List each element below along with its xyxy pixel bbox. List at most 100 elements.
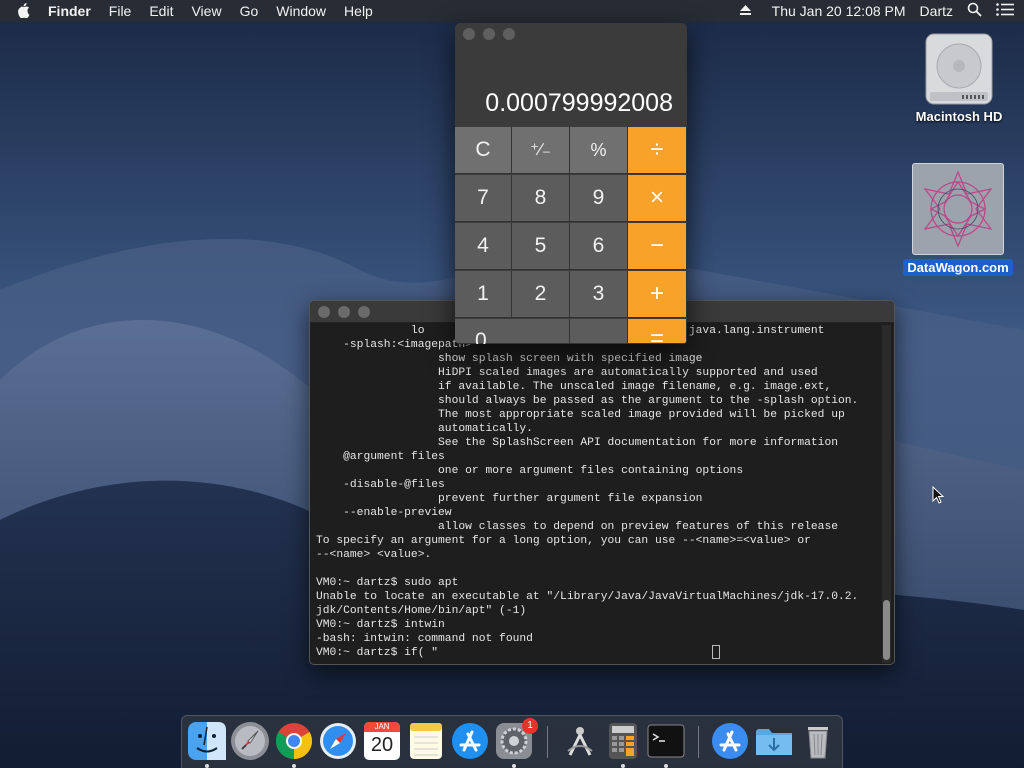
calculator-titlebar[interactable]: [455, 23, 687, 45]
menu-user[interactable]: Dartz: [920, 3, 953, 19]
dock-launchpad[interactable]: [230, 721, 270, 761]
running-indicator: [621, 764, 625, 768]
divide-button[interactable]: ÷: [628, 127, 687, 174]
dock-calendar[interactable]: JAN 20: [362, 721, 402, 761]
terminal-line: @argument files: [316, 451, 445, 463]
app-store-folder-icon: [712, 723, 748, 759]
terminal-line: --enable-preview: [316, 507, 452, 519]
digit-5-button[interactable]: 5: [512, 223, 570, 270]
running-indicator: [205, 764, 209, 768]
digit-4-button[interactable]: 4: [455, 223, 512, 270]
eject-icon[interactable]: [739, 3, 752, 19]
terminal-line: --<name> <value>.: [316, 549, 432, 561]
terminal-line: should always be passed as the argument …: [316, 395, 859, 407]
terminal-line: automatically.: [316, 423, 533, 435]
terminal-window[interactable]: lo t, see java.lang.instrument -splash:<…: [309, 300, 895, 665]
desktop-icon-label: Macintosh HD: [915, 109, 1003, 124]
percent-button[interactable]: %: [570, 127, 628, 174]
dock-separator: [698, 726, 699, 758]
zoom-button[interactable]: [503, 28, 515, 40]
terminal-scrollbar[interactable]: [882, 325, 891, 663]
calculator-icon: [609, 723, 637, 759]
terminal-line: jdk/Contents/Home/bin/apt" (-1): [316, 605, 527, 617]
dock-applications-folder[interactable]: [710, 721, 750, 761]
hard-drive-icon: [922, 30, 996, 108]
notification-badge: 1: [522, 718, 538, 734]
dock-instruments[interactable]: [560, 721, 600, 761]
digit-1-button[interactable]: 1: [455, 271, 512, 318]
multiply-button[interactable]: ×: [628, 175, 687, 222]
calendar-icon: JAN 20: [364, 722, 400, 760]
decimal-button[interactable]: .: [570, 319, 628, 344]
dock-downloads-folder[interactable]: [754, 721, 794, 761]
close-button[interactable]: [463, 28, 475, 40]
dock-notes[interactable]: [406, 721, 446, 761]
equals-button[interactable]: =: [628, 319, 687, 344]
desktop-icon-label: DataWagon.com: [903, 259, 1013, 276]
menu-file[interactable]: File: [109, 3, 132, 19]
plus-button[interactable]: +: [628, 271, 687, 318]
menu-bar: Finder File Edit View Go Window Help Thu…: [0, 0, 1024, 22]
terminal-line: allow classes to depend on preview featu…: [316, 521, 839, 533]
menu-view[interactable]: View: [191, 3, 221, 19]
digit-0-button[interactable]: 0: [455, 319, 570, 344]
dock-finder[interactable]: [187, 721, 227, 761]
digit-8-button[interactable]: 8: [512, 175, 570, 222]
minimize-button[interactable]: [483, 28, 495, 40]
spotlight-search-icon[interactable]: [967, 2, 982, 20]
menu-window[interactable]: Window: [276, 3, 326, 19]
terminal-line: prevent further argument file expansion: [316, 493, 703, 505]
calculator-keypad: C ⁺∕₋ % ÷ 7 8 9 × 4 5 6 − 1 2 3 + 0 . =: [455, 127, 687, 344]
digit-9-button[interactable]: 9: [570, 175, 628, 222]
terminal-line: VM0:~ dartz$ sudo apt: [316, 577, 459, 589]
scrollbar-thumb[interactable]: [883, 600, 890, 660]
menu-go[interactable]: Go: [240, 3, 259, 19]
geometric-star-icon: [912, 163, 1004, 255]
desktop-icon-macintosh-hd[interactable]: Macintosh HD: [906, 30, 1012, 125]
compass-icon: [320, 723, 356, 759]
terminal-line: See the SplashScreen API documentation f…: [316, 437, 839, 449]
notification-center-icon[interactable]: [996, 3, 1014, 19]
dock-calculator[interactable]: [603, 721, 643, 761]
terminal-line: HiDPI scaled images are automatically su…: [316, 367, 818, 379]
terminal-line: -bash: intwin: command not found: [316, 633, 533, 645]
dock-separator: [547, 726, 548, 758]
menu-app-name[interactable]: Finder: [48, 3, 91, 19]
close-button[interactable]: [318, 306, 330, 318]
calendar-day: 20: [370, 734, 394, 756]
trash-icon: [808, 727, 828, 759]
terminal-line: Unable to locate an executable at "/Libr…: [316, 591, 859, 603]
dock-system-preferences[interactable]: 1: [494, 718, 538, 761]
running-indicator: [292, 764, 296, 768]
sign-toggle-button[interactable]: ⁺∕₋: [512, 127, 570, 174]
apple-menu-icon[interactable]: [16, 2, 30, 21]
notes-icon: [410, 723, 442, 759]
zoom-button[interactable]: [358, 306, 370, 318]
terminal-line: one or more argument files containing op…: [316, 465, 744, 477]
app-store-icon: [452, 723, 488, 759]
clear-button[interactable]: C: [455, 127, 512, 174]
dock-safari[interactable]: [318, 721, 358, 761]
minus-button[interactable]: −: [628, 223, 687, 270]
chrome-icon: [275, 723, 313, 759]
terminal-line: show splash screen with specified image: [316, 353, 703, 365]
terminal-output[interactable]: lo t, see java.lang.instrument -splash:<…: [316, 324, 882, 664]
digit-2-button[interactable]: 2: [512, 271, 570, 318]
menu-help[interactable]: Help: [344, 3, 373, 19]
calculator-window[interactable]: 0.000799992008 C ⁺∕₋ % ÷ 7 8 9 × 4 5 6 −…: [455, 23, 687, 344]
minimize-button[interactable]: [338, 306, 350, 318]
terminal-line: VM0:~ dartz$ intwin: [316, 619, 445, 631]
dock-app-store[interactable]: [450, 721, 490, 761]
dock-terminal[interactable]: [646, 721, 686, 761]
dock-trash[interactable]: [798, 721, 838, 761]
running-indicator: [664, 764, 668, 768]
dock-chrome[interactable]: [274, 721, 314, 761]
digit-3-button[interactable]: 3: [570, 271, 628, 318]
digit-7-button[interactable]: 7: [455, 175, 512, 222]
menu-edit[interactable]: Edit: [149, 3, 173, 19]
downloads-folder-icon: [756, 729, 792, 755]
digit-6-button[interactable]: 6: [570, 223, 628, 270]
menu-clock[interactable]: Thu Jan 20 12:08 PM: [772, 3, 906, 19]
instruments-icon: [567, 727, 593, 756]
desktop-icon-datawagon[interactable]: DataWagon.com: [900, 163, 1016, 276]
